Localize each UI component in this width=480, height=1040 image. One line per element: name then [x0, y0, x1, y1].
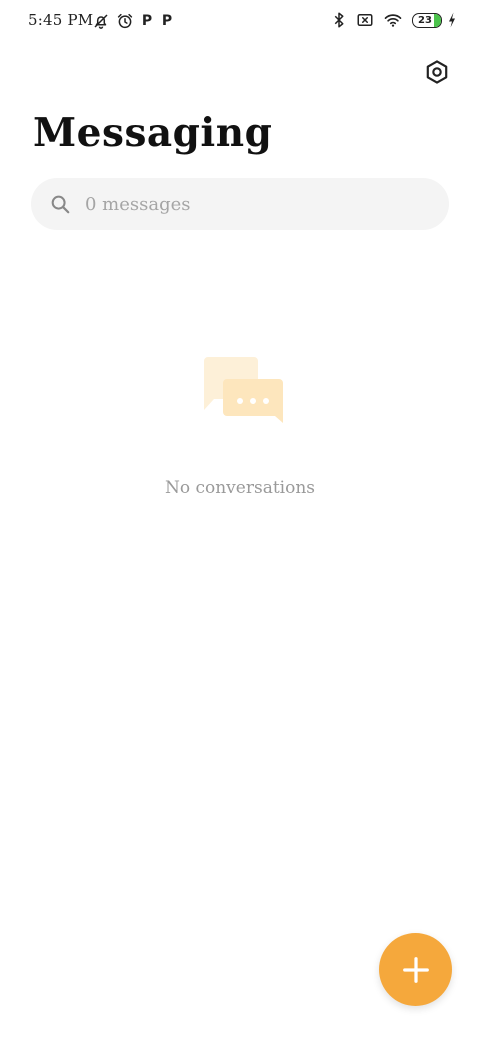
sim-off-icon [357, 14, 373, 26]
status-bar: 5:45 PM P P 23 [0, 0, 480, 44]
p-app-icon: P [161, 13, 173, 29]
new-conversation-button[interactable] [379, 933, 452, 1006]
search-icon [51, 195, 70, 214]
status-time: 5:45 PM [28, 11, 94, 29]
page-title: Messaging [33, 110, 273, 156]
muted-notification-icon [94, 14, 108, 29]
battery-fill [434, 13, 441, 27]
status-left-icons: P P [92, 12, 174, 30]
alarm-icon [117, 13, 133, 29]
battery-level: 23 [418, 14, 432, 26]
p-app-icon: P [141, 13, 153, 29]
status-right-icons: 23 [330, 11, 458, 29]
plus-icon [402, 956, 429, 983]
wifi-icon [384, 14, 402, 27]
empty-state-message: No conversations [164, 478, 316, 498]
battery-icon: 23 [412, 12, 442, 28]
search-bar[interactable] [31, 178, 449, 230]
chat-bubbles-icon [204, 357, 283, 423]
messaging-screen: 5:45 PM P P 23 Messaging 0 messages No c… [0, 0, 480, 1040]
bluetooth-icon [334, 12, 344, 28]
charging-icon [449, 12, 455, 28]
settings-button[interactable] [421, 56, 453, 88]
settings-hexagon-icon [426, 60, 448, 84]
search-input[interactable] [83, 192, 407, 216]
